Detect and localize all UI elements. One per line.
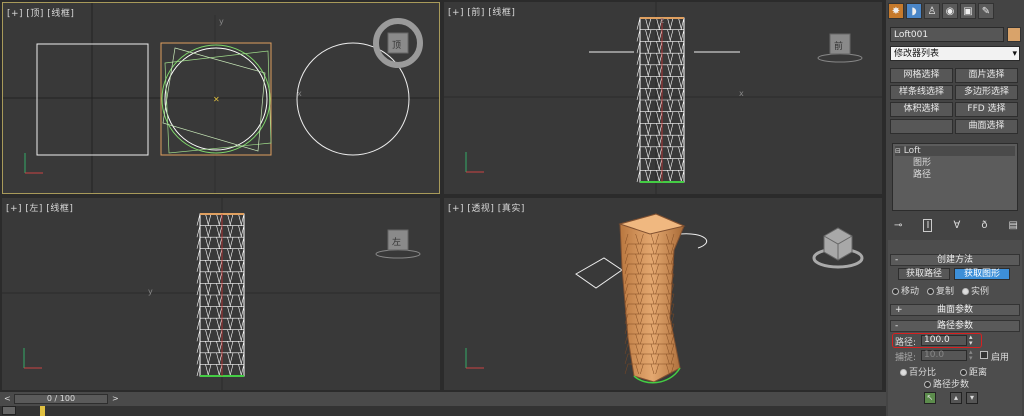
surface-select-button[interactable]: 曲面选择 xyxy=(955,119,1018,134)
motion-tab-icon[interactable]: ◉ xyxy=(942,3,958,19)
path-params-title: 路径参数 xyxy=(936,321,973,331)
surface-params-rollout[interactable]: + 曲面参数 xyxy=(890,304,1020,316)
svg-text:✕: ✕ xyxy=(213,95,220,104)
stack-toolbar: ⊸ I ∀ ð ▤ xyxy=(894,218,1018,232)
make-unique-icon[interactable]: ∀ xyxy=(953,220,960,231)
viewport-perspective-label[interactable]: [+] [透视] [真实] xyxy=(448,201,525,214)
viewcube-front-face[interactable]: 前 xyxy=(834,39,843,52)
viewport-left[interactable]: [+] [左] [线框] 左 y xyxy=(2,198,440,390)
utilities-tab-icon[interactable]: ✎ xyxy=(978,3,994,19)
viewcube-perspective xyxy=(812,227,864,269)
axis-y-label: y xyxy=(219,17,224,26)
snap-value-field[interactable]: 10.0 xyxy=(921,350,967,361)
viewport-top-canvas: ✕ xyxy=(3,3,439,193)
configure-sets-icon[interactable]: ▤ xyxy=(1009,220,1018,231)
time-slider[interactable]: 0 / 100 xyxy=(14,394,108,404)
slider-next-icon[interactable]: > xyxy=(112,394,119,403)
viewport-perspective-canvas xyxy=(465,213,864,384)
prev-shape-icon[interactable]: ▴ xyxy=(950,392,962,404)
path-value-field[interactable]: 100.0 xyxy=(921,335,967,346)
stack-root-label: Loft xyxy=(903,146,921,156)
get-path-button[interactable]: 获取路径 xyxy=(898,268,950,280)
collapse-icon[interactable]: ⊟ xyxy=(895,147,901,155)
poly-select-button[interactable]: 多边形选择 xyxy=(955,85,1018,100)
creation-option-group: 移动 复制 实例 xyxy=(892,284,1020,297)
modifier-stack[interactable]: ⊟ Loft 图形 路径 xyxy=(892,143,1018,211)
viewcube-left-face[interactable]: 左 xyxy=(392,235,401,248)
path-steps-option[interactable]: 路径步数 xyxy=(924,377,969,390)
show-end-result-icon[interactable]: I xyxy=(923,218,933,232)
viewport-top-label[interactable]: [+] [顶] [线框] xyxy=(7,6,74,19)
copy-option[interactable]: 复制 xyxy=(927,284,954,297)
object-color-swatch[interactable] xyxy=(1007,27,1021,42)
mesh-select-button[interactable]: 网格选择 xyxy=(890,68,953,83)
stack-shape-item[interactable]: 图形 xyxy=(913,158,931,168)
axis-x-label-front: x xyxy=(739,89,744,98)
path-params-rollout[interactable]: - 路径参数 xyxy=(890,320,1020,332)
timeline: 0 / 100 < > xyxy=(0,392,886,416)
viewport-left-label[interactable]: [+] [左] [线框] xyxy=(6,201,73,214)
viewport-top[interactable]: ✕ [+] [顶] [线框] 顶 x y xyxy=(2,2,440,194)
slider-prev-icon[interactable]: < xyxy=(4,394,11,403)
spline-select-button[interactable]: 样条线选择 xyxy=(890,85,953,100)
axis-x-label: x xyxy=(297,89,302,98)
volume-select-button[interactable]: 体积选择 xyxy=(890,102,953,117)
snap-spinner-icon[interactable]: ▴ ▾ xyxy=(969,349,973,362)
path-spinner-icon[interactable]: ▴ ▾ xyxy=(969,334,973,347)
move-option[interactable]: 移动 xyxy=(892,284,919,297)
creation-method-title: 创建方法 xyxy=(936,255,973,265)
enable-label: 启用 xyxy=(991,353,1010,363)
viewcube-top-face[interactable]: 顶 xyxy=(392,38,401,51)
creation-method-rollout[interactable]: - 创建方法 xyxy=(890,254,1020,266)
viewport-front-canvas xyxy=(444,2,882,194)
modifier-list-dropdown[interactable]: 修改器列表 ▾ xyxy=(890,46,1020,61)
modify-tab-icon[interactable]: ◗ xyxy=(906,3,922,19)
empty-button[interactable] xyxy=(890,119,953,134)
viewport-perspective[interactable]: [+] [透视] [真实] xyxy=(444,198,882,390)
command-panel: ✸ ◗ ♙ ◉ ▣ ✎ Loft001 修改器列表 ▾ 网格选择 面片选择 样条… xyxy=(886,0,1024,416)
stack-path-item[interactable]: 路径 xyxy=(913,170,931,180)
path-label: 路径: xyxy=(895,338,917,348)
object-name-field[interactable]: Loft001 xyxy=(890,27,1004,42)
instance-option[interactable]: 实例 xyxy=(962,284,989,297)
viewport-front-label[interactable]: [+] [前] [线框] xyxy=(448,5,515,18)
hierarchy-tab-icon[interactable]: ♙ xyxy=(924,3,940,19)
ffd-select-button[interactable]: FFD 选择 xyxy=(955,102,1018,117)
patch-select-button[interactable]: 面片选择 xyxy=(955,68,1018,83)
stack-root-item[interactable]: ⊟ Loft xyxy=(895,146,1015,156)
create-tab-icon[interactable]: ✸ xyxy=(888,3,904,19)
remove-modifier-icon[interactable]: ð xyxy=(981,220,987,231)
enable-checkbox[interactable] xyxy=(980,351,988,359)
snap-label: 捕捉: xyxy=(895,353,917,363)
chevron-down-icon: ▾ xyxy=(1012,49,1017,59)
trackbar-menu-icon[interactable] xyxy=(2,406,16,415)
display-tab-icon[interactable]: ▣ xyxy=(960,3,976,19)
surface-params-title: 曲面参数 xyxy=(936,305,973,315)
track-bar[interactable] xyxy=(0,406,886,416)
axis-y-label-left: y xyxy=(148,287,153,296)
frame-marker[interactable] xyxy=(40,406,45,416)
modifier-list-label: 修改器列表 xyxy=(894,49,940,59)
axis-z-label-front: z xyxy=(660,16,665,25)
get-shape-button[interactable]: 获取图形 xyxy=(954,268,1010,280)
pin-stack-icon[interactable]: ⊸ xyxy=(894,220,902,231)
pick-shape-icon[interactable]: ↖ xyxy=(924,392,936,404)
viewport-front[interactable]: [+] [前] [线框] 前 x z xyxy=(444,2,882,194)
next-shape-icon[interactable]: ▾ xyxy=(966,392,978,404)
viewport-left-canvas xyxy=(2,198,440,390)
